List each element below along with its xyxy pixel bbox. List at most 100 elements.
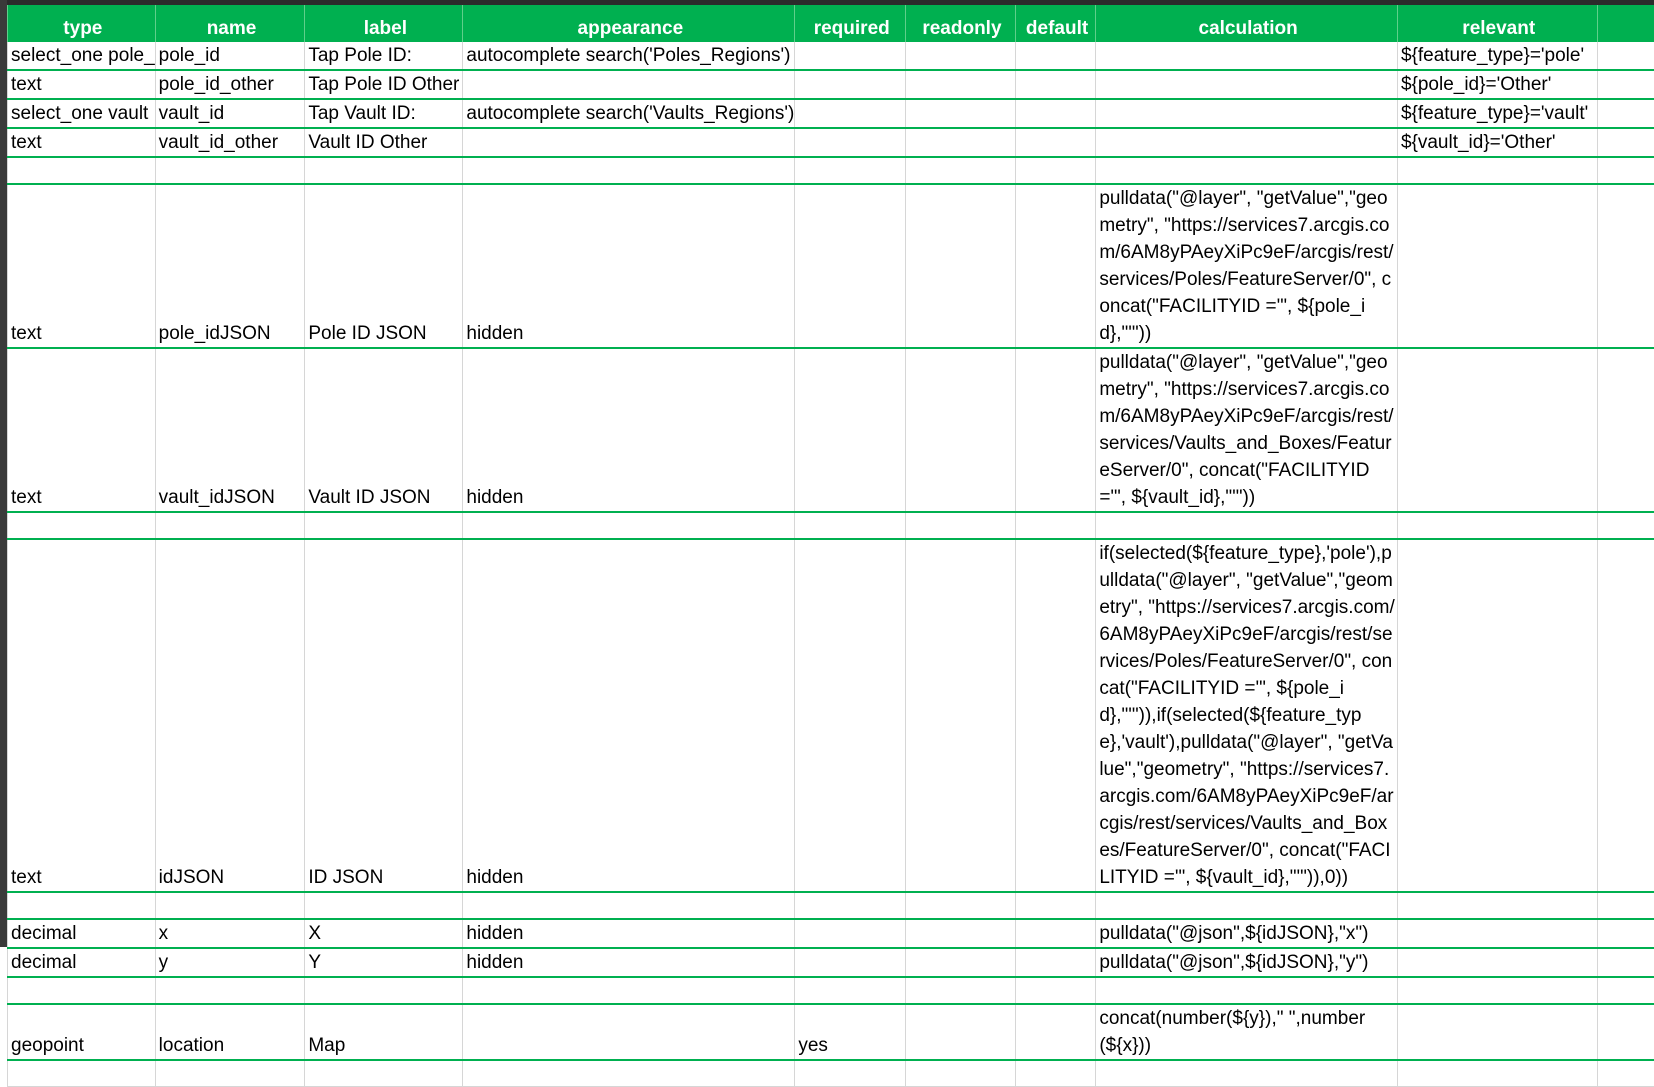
cell-readonly[interactable] xyxy=(906,1004,1016,1060)
cell-default[interactable] xyxy=(1015,1004,1096,1060)
cell-name[interactable]: vault_id_other xyxy=(155,128,305,157)
cell-relevant[interactable] xyxy=(1397,157,1597,184)
cell-calculation[interactable] xyxy=(1096,1060,1398,1087)
cell-readonly[interactable] xyxy=(906,512,1016,539)
cell-appearance[interactable]: autocomplete search('Poles_Regions') xyxy=(463,42,795,70)
cell-type[interactable]: text xyxy=(8,539,156,892)
cell-appearance[interactable] xyxy=(463,70,795,99)
cell-default[interactable] xyxy=(1015,70,1096,99)
cell-readonly[interactable] xyxy=(906,892,1016,919)
cell-appearance[interactable]: hidden xyxy=(463,348,795,512)
cell-name[interactable] xyxy=(155,512,305,539)
cell-default[interactable] xyxy=(1015,348,1096,512)
cell-relevant[interactable]: ${vault_id}='Other' xyxy=(1397,128,1597,157)
cell-label[interactable]: Map xyxy=(305,1004,463,1060)
cell-name[interactable] xyxy=(155,977,305,1004)
cell-relevant[interactable] xyxy=(1397,1004,1597,1060)
cell-default[interactable] xyxy=(1015,157,1096,184)
cell-relevant[interactable]: ${feature_type}='vault' xyxy=(1397,99,1597,128)
cell-extra[interactable] xyxy=(1597,157,1654,184)
header-extra[interactable] xyxy=(1597,5,1654,42)
cell-relevant[interactable] xyxy=(1397,539,1597,892)
cell-default[interactable] xyxy=(1015,512,1096,539)
header-calculation[interactable]: calculation xyxy=(1096,5,1398,42)
cell-label[interactable] xyxy=(305,892,463,919)
cell-calculation[interactable] xyxy=(1096,99,1398,128)
cell-readonly[interactable] xyxy=(906,919,1016,948)
cell-label[interactable] xyxy=(305,977,463,1004)
cell-type[interactable] xyxy=(8,977,156,1004)
cell-label[interactable]: Tap Vault ID: xyxy=(305,99,463,128)
cell-type[interactable]: geopoint xyxy=(8,1004,156,1060)
cell-readonly[interactable] xyxy=(906,348,1016,512)
cell-name[interactable]: pole_id_other xyxy=(155,70,305,99)
cell-required[interactable] xyxy=(795,157,906,184)
cell-readonly[interactable] xyxy=(906,539,1016,892)
cell-required[interactable] xyxy=(795,512,906,539)
header-label[interactable]: label xyxy=(305,5,463,42)
cell-appearance[interactable] xyxy=(463,977,795,1004)
cell-name[interactable] xyxy=(155,892,305,919)
cell-default[interactable] xyxy=(1015,184,1096,348)
cell-label[interactable]: X xyxy=(305,919,463,948)
cell-relevant[interactable] xyxy=(1397,919,1597,948)
cell-required[interactable] xyxy=(795,539,906,892)
cell-required[interactable] xyxy=(795,348,906,512)
cell-default[interactable] xyxy=(1015,1060,1096,1087)
cell-name[interactable] xyxy=(155,157,305,184)
header-type[interactable]: type xyxy=(8,5,156,42)
cell-calculation[interactable]: pulldata("@layer", "getValue","geometry"… xyxy=(1096,348,1398,512)
cell-extra[interactable] xyxy=(1597,99,1654,128)
cell-relevant[interactable] xyxy=(1397,977,1597,1004)
cell-extra[interactable] xyxy=(1597,42,1654,70)
cell-extra[interactable] xyxy=(1597,184,1654,348)
cell-type[interactable]: text xyxy=(8,70,156,99)
cell-type[interactable]: select_one pole_ xyxy=(8,42,156,70)
cell-extra[interactable] xyxy=(1597,70,1654,99)
cell-readonly[interactable] xyxy=(906,184,1016,348)
cell-required[interactable] xyxy=(795,70,906,99)
cell-readonly[interactable] xyxy=(906,977,1016,1004)
cell-readonly[interactable] xyxy=(906,157,1016,184)
cell-default[interactable] xyxy=(1015,128,1096,157)
cell-relevant[interactable] xyxy=(1397,948,1597,977)
header-name[interactable]: name xyxy=(155,5,305,42)
cell-calculation[interactable] xyxy=(1096,157,1398,184)
cell-calculation[interactable] xyxy=(1096,892,1398,919)
cell-calculation[interactable] xyxy=(1096,977,1398,1004)
cell-appearance[interactable]: autocomplete search('Vaults_Regions') xyxy=(463,99,795,128)
cell-type[interactable] xyxy=(8,512,156,539)
cell-appearance[interactable] xyxy=(463,512,795,539)
cell-required[interactable] xyxy=(795,977,906,1004)
cell-type[interactable]: decimal xyxy=(8,948,156,977)
cell-label[interactable]: ID JSON xyxy=(305,539,463,892)
cell-extra[interactable] xyxy=(1597,128,1654,157)
cell-appearance[interactable] xyxy=(463,157,795,184)
cell-extra[interactable] xyxy=(1597,892,1654,919)
cell-name[interactable]: idJSON xyxy=(155,539,305,892)
cell-name[interactable]: x xyxy=(155,919,305,948)
cell-type[interactable] xyxy=(8,157,156,184)
cell-default[interactable] xyxy=(1015,99,1096,128)
cell-readonly[interactable] xyxy=(906,99,1016,128)
cell-label[interactable]: Y xyxy=(305,948,463,977)
cell-calculation[interactable]: if(selected(${feature_type},'pole'),pull… xyxy=(1096,539,1398,892)
cell-name[interactable] xyxy=(155,1060,305,1087)
cell-extra[interactable] xyxy=(1597,512,1654,539)
cell-required[interactable] xyxy=(795,1060,906,1087)
cell-appearance[interactable]: hidden xyxy=(463,184,795,348)
cell-label[interactable]: Tap Pole ID Other xyxy=(305,70,463,99)
cell-default[interactable] xyxy=(1015,948,1096,977)
cell-required[interactable] xyxy=(795,99,906,128)
cell-appearance[interactable] xyxy=(463,1004,795,1060)
cell-label[interactable]: Vault ID Other xyxy=(305,128,463,157)
cell-relevant[interactable]: ${feature_type}='pole' xyxy=(1397,42,1597,70)
cell-extra[interactable] xyxy=(1597,348,1654,512)
cell-name[interactable]: vault_id xyxy=(155,99,305,128)
cell-appearance[interactable] xyxy=(463,892,795,919)
cell-type[interactable]: select_one vault xyxy=(8,99,156,128)
cell-required[interactable] xyxy=(795,919,906,948)
cell-extra[interactable] xyxy=(1597,1004,1654,1060)
header-readonly[interactable]: readonly xyxy=(906,5,1016,42)
cell-default[interactable] xyxy=(1015,892,1096,919)
